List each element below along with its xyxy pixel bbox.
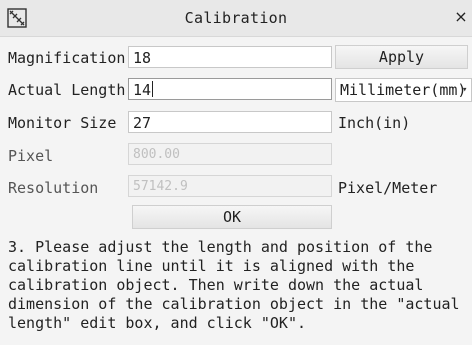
instructions-line: dimension of the calibration object in t… — [8, 295, 460, 313]
instructions-line: length" edit box, and click "OK". — [8, 314, 307, 332]
pixel-label: Pixel — [8, 147, 54, 165]
magnification-input[interactable]: 18 — [128, 46, 332, 68]
text-caret — [152, 81, 154, 97]
length-unit-selected: Millimeter(mm) — [340, 81, 467, 99]
resolution-value: 57142.9 — [133, 179, 188, 194]
calibration-dialog: Calibration × Magnification 18 Apply Act… — [0, 0, 472, 345]
close-icon[interactable]: × — [454, 8, 468, 26]
magnification-value: 18 — [133, 49, 152, 67]
apply-button[interactable]: Apply — [335, 45, 468, 69]
monitor-size-value: 27 — [133, 114, 152, 132]
resolution-field: 57142.9 — [128, 175, 332, 197]
instructions-text: 3. Please adjust the length and position… — [8, 238, 472, 333]
resolution-unit: Pixel/Meter — [338, 179, 438, 197]
resolution-label: Resolution — [8, 179, 99, 197]
actual-length-value: 14 — [133, 81, 152, 99]
monitor-size-label: Monitor Size — [8, 114, 117, 132]
window-title: Calibration — [184, 9, 288, 27]
monitor-size-unit: Inch(in) — [338, 114, 411, 132]
ok-button[interactable]: OK — [132, 205, 332, 229]
monitor-size-input[interactable]: 27 — [128, 111, 332, 133]
chevron-down-icon: ▾ — [462, 85, 468, 95]
pixel-field: 800.00 — [128, 143, 332, 165]
actual-length-label: Actual Length — [8, 81, 126, 99]
title-bar: Calibration × — [0, 0, 472, 37]
pixel-value: 800.00 — [133, 147, 180, 162]
actual-length-input[interactable]: 14 — [128, 78, 332, 100]
instructions-line: 3. Please adjust the length and position… — [8, 238, 433, 256]
length-unit-select[interactable]: Millimeter(mm) ▾ — [335, 78, 472, 102]
magnification-label: Magnification — [8, 49, 126, 67]
instructions-line: calibration line until it is aligned wit… — [8, 257, 415, 275]
instructions-line: calibration object. Then write down the … — [8, 276, 424, 294]
